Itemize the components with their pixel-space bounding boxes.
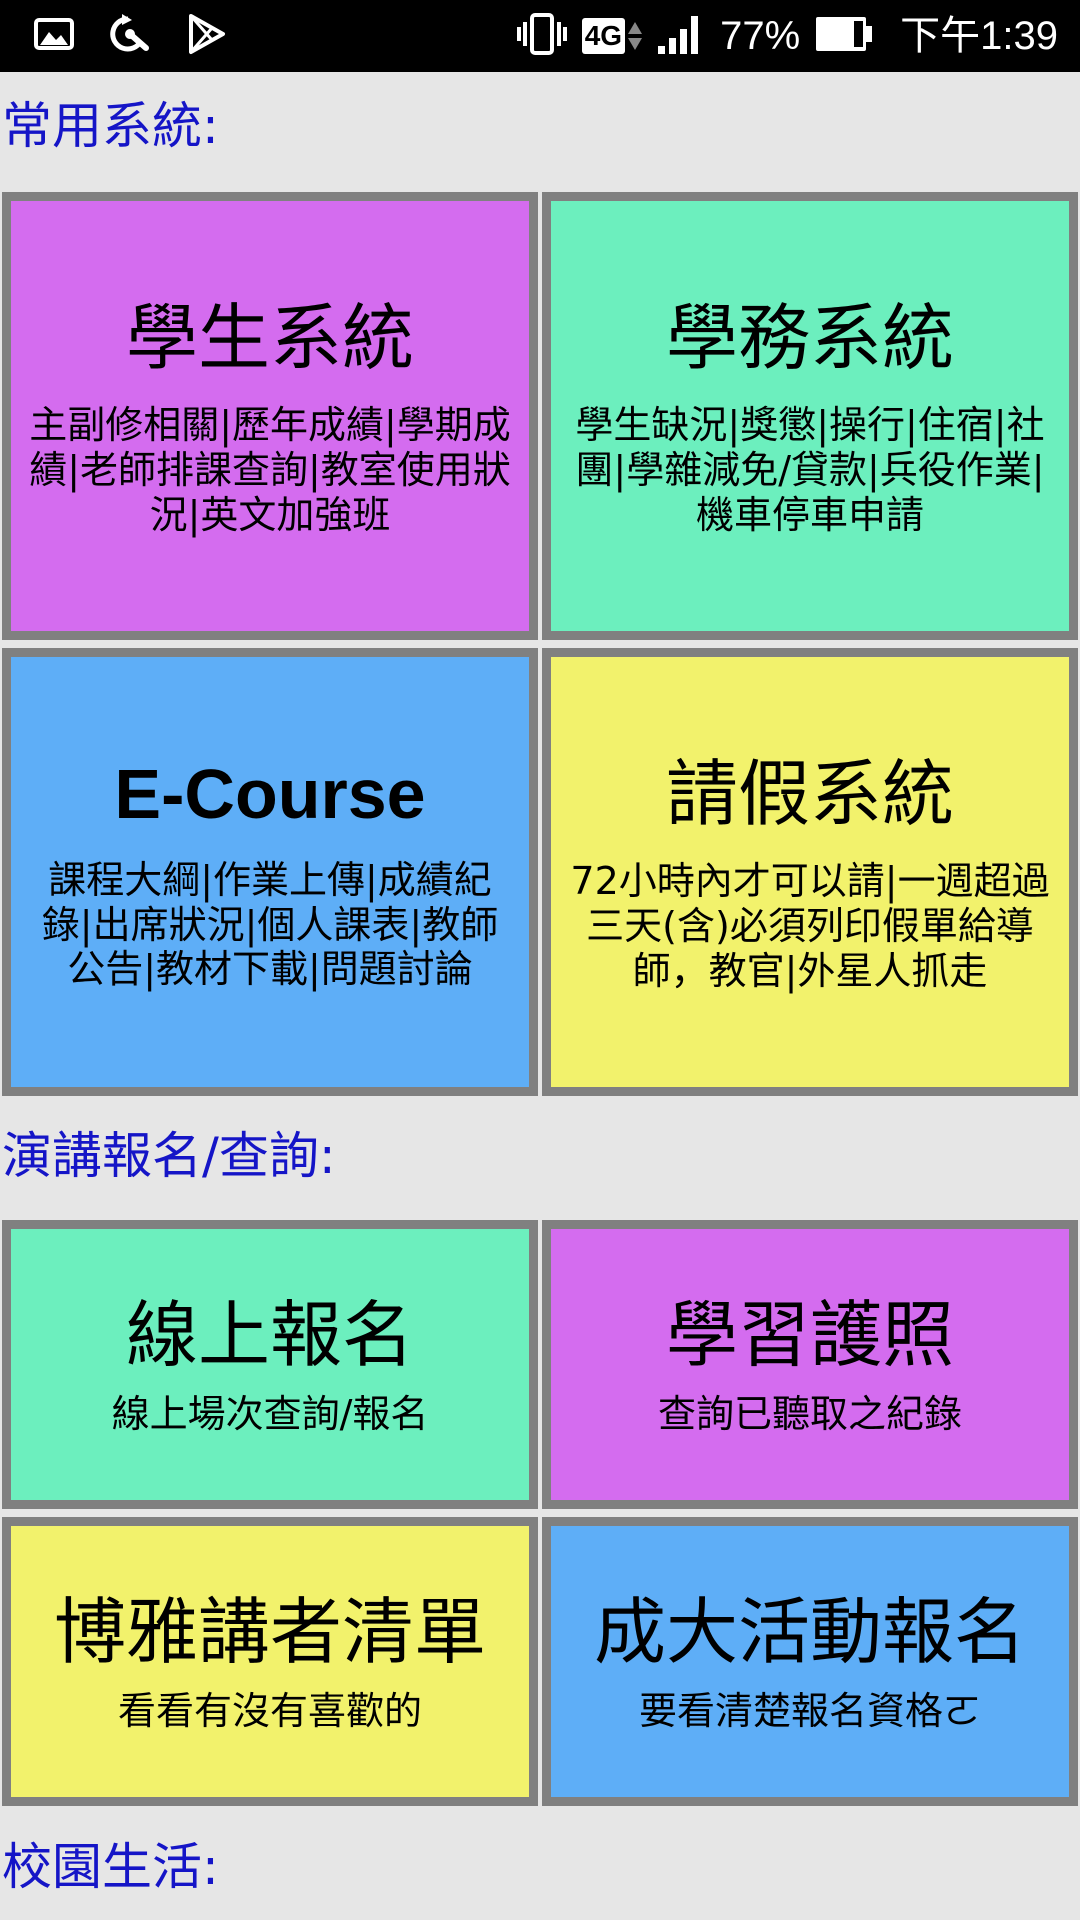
tile-title: 請假系統 xyxy=(665,751,954,836)
tile-description: 查詢已聽取之紀錄 xyxy=(657,1392,962,1437)
tile-ncku-activity-registration[interactable]: 成大活動報名 要看清楚報名資格ㄛ xyxy=(542,1517,1078,1806)
tile-title: 學生系統 xyxy=(125,295,414,380)
section-heading-common-systems: 常用系統: xyxy=(2,97,219,155)
sync-wrench-icon xyxy=(108,14,152,58)
section-heading-campus-life: 校園生活: xyxy=(2,1838,219,1896)
gallery-icon xyxy=(34,18,74,54)
tile-title: 線上報名 xyxy=(125,1292,414,1377)
tile-description: 學生缺況|獎懲|操行|住宿|社團|學雜減免/貸款|兵役作業|機車停車申請 xyxy=(575,402,1045,537)
tile-student-affairs-system[interactable]: 學務系統 學生缺況|獎懲|操行|住宿|社團|學雜減免/貸款|兵役作業|機車停車申… xyxy=(542,192,1078,640)
battery-icon xyxy=(814,14,874,58)
tile-online-registration[interactable]: 線上報名 線上場次查詢/報名 xyxy=(2,1220,538,1509)
lte-icon: 4G xyxy=(581,18,643,54)
play-store-icon xyxy=(186,13,226,59)
tile-learning-passport[interactable]: 學習護照 查詢已聽取之紀錄 xyxy=(542,1220,1078,1509)
status-bar: 4G 77% 下午1:39 xyxy=(0,0,1080,72)
battery-percent: 77% xyxy=(720,14,801,58)
tile-title: 成大活動報名 xyxy=(593,1589,1026,1674)
tile-leave-system[interactable]: 請假系統 72小時內才可以請|一週超過三天(含)必須列印假單給導師，教官|外星人… xyxy=(542,648,1078,1096)
upload-arrow-icon xyxy=(628,22,643,34)
tile-title: E-Course xyxy=(114,754,426,833)
tile-speaker-list[interactable]: 博雅講者清單 看看有沒有喜歡的 xyxy=(2,1517,538,1806)
tile-title: 學務系統 xyxy=(665,295,954,380)
tile-title: 博雅講者清單 xyxy=(53,1589,486,1674)
download-arrow-icon xyxy=(628,38,643,50)
status-bar-system: 4G 77% 下午1:39 xyxy=(516,0,1058,72)
tile-description: 要看清楚報名資格ㄛ xyxy=(638,1689,981,1734)
tile-description: 看看有沒有喜歡的 xyxy=(117,1689,422,1734)
tile-description: 課程大綱|作業上傳|成績紀錄|出席狀況|個人課表|教師公告|教材下載|問題討論 xyxy=(41,857,499,992)
tile-description: 主副修相關|歷年成績|學期成績|老師排課查詢|教室使用狀況|英文加強班 xyxy=(29,402,511,537)
signal-icon xyxy=(656,12,706,60)
vibrate-icon xyxy=(516,12,568,60)
clock: 下午1:39 xyxy=(900,14,1058,58)
tile-title: 學習護照 xyxy=(665,1292,954,1377)
section-heading-lecture-registration: 演講報名/查詢: xyxy=(2,1127,336,1185)
network-type-label: 4G xyxy=(581,18,626,54)
status-bar-notifications xyxy=(34,0,226,72)
tile-description: 72小時內才可以請|一週超過三天(含)必須列印假單給導師，教官|外星人抓走 xyxy=(570,858,1050,993)
tile-student-system[interactable]: 學生系統 主副修相關|歷年成績|學期成績|老師排課查詢|教室使用狀況|英文加強班 xyxy=(2,192,538,640)
tile-description: 線上場次查詢/報名 xyxy=(111,1392,429,1437)
tile-ecourse[interactable]: E-Course 課程大綱|作業上傳|成績紀錄|出席狀況|個人課表|教師公告|教… xyxy=(2,648,538,1096)
